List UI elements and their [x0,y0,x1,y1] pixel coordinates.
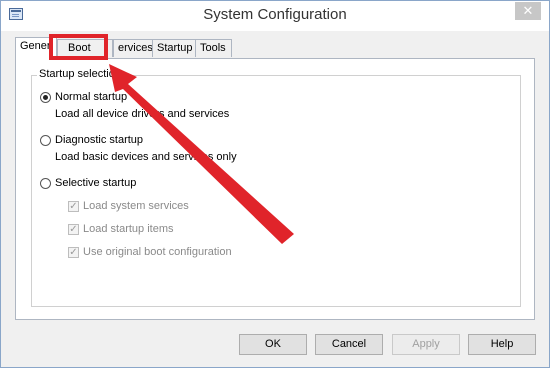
apply-button[interactable]: Apply [392,334,460,355]
help-button[interactable]: Help [468,334,536,355]
diagnostic-startup-description: Load basic devices and services only [55,151,237,163]
cancel-button[interactable]: Cancel [315,334,383,355]
tab-services[interactable]: ervices [113,39,153,57]
normal-startup-description: Load all device drivers and services [55,108,230,120]
title-bar[interactable]: System Configuration ✕ [1,1,549,31]
system-configuration-window: System Configuration ✕ Gener Boot ervice… [0,0,550,368]
general-tab-panel: Startup selection Normal startup Load al… [15,58,535,320]
checkmark-icon: ✓ [68,201,79,212]
startup-selection-label: Startup selection [37,68,123,80]
ok-button[interactable]: OK [239,334,307,355]
startup-selection-group: Startup selection Normal startup Load al… [31,68,521,307]
radio-unselected-icon [40,135,51,146]
tab-boot[interactable]: Boot [57,39,113,57]
checkmark-icon: ✓ [68,247,79,258]
tab-tools[interactable]: Tools [195,39,232,57]
tab-startup[interactable]: Startup [152,39,196,57]
checkmark-icon: ✓ [68,224,79,235]
close-icon: ✕ [522,3,534,18]
tab-general[interactable]: Gener [15,37,57,60]
radio-unselected-icon [40,178,51,189]
radio-selected-icon [40,92,51,103]
window-title: System Configuration [203,6,347,23]
close-button[interactable]: ✕ [515,2,541,20]
